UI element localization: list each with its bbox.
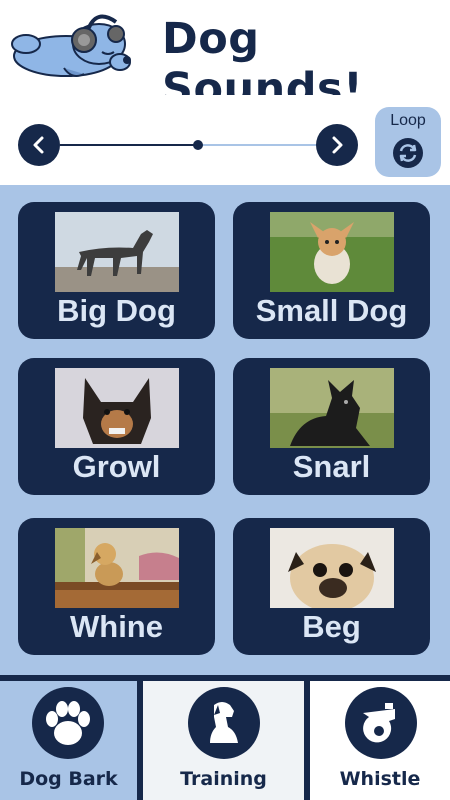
tab-label: Dog Bark <box>19 768 118 790</box>
sound-label: Whine <box>70 609 163 644</box>
whine-puppy-photo <box>55 528 179 608</box>
sound-label: Small Dog <box>255 293 408 328</box>
sound-label: Snarl <box>292 449 371 484</box>
whistle-icon <box>345 687 417 759</box>
sound-label: Growl <box>72 449 161 484</box>
chevron-right-icon <box>332 136 343 154</box>
sound-tile-big-dog[interactable]: Big Dog <box>18 202 215 339</box>
tab-label: Whistle <box>339 768 421 790</box>
snarl-dog-photo <box>270 368 394 448</box>
sound-tile-small-dog[interactable]: Small Dog <box>233 202 430 339</box>
previous-button[interactable] <box>18 124 60 166</box>
sound-grid: Big Dog Small Dog Growl Snarl Whine Beg <box>0 185 450 675</box>
loop-label: Loop <box>390 112 426 129</box>
tab-whistle[interactable]: Whistle <box>310 681 450 800</box>
big-dog-photo <box>55 212 179 292</box>
app-header: Dog Sounds! <box>0 0 450 114</box>
tab-training[interactable]: Training <box>143 681 304 800</box>
tab-label: Training <box>180 768 267 790</box>
progress-track-played <box>60 144 199 146</box>
growl-dog-photo <box>55 368 179 448</box>
sound-tile-snarl[interactable]: Snarl <box>233 358 430 495</box>
next-button[interactable] <box>316 124 358 166</box>
paw-icon <box>32 687 104 759</box>
playback-bar: Loop <box>0 95 450 185</box>
sound-tile-beg[interactable]: Beg <box>233 518 430 655</box>
tab-dog-bark[interactable]: Dog Bark <box>0 681 137 800</box>
sleeping-dog-headphones-logo <box>11 14 131 77</box>
progress-thumb[interactable] <box>193 140 204 150</box>
small-dog-photo <box>270 212 394 292</box>
chevron-left-icon <box>33 136 44 154</box>
loop-icon <box>393 138 423 168</box>
beg-pug-photo <box>270 528 394 608</box>
sitting-dog-icon <box>188 687 260 759</box>
sound-tile-whine[interactable]: Whine <box>18 518 215 655</box>
loop-button[interactable]: Loop <box>375 107 441 177</box>
progress-track[interactable] <box>198 144 316 146</box>
bottom-tab-bar: Dog Bark Training Whistle <box>0 675 450 800</box>
sound-label: Big Dog <box>57 293 176 328</box>
sound-label: Beg <box>302 609 361 644</box>
sound-tile-growl[interactable]: Growl <box>18 358 215 495</box>
